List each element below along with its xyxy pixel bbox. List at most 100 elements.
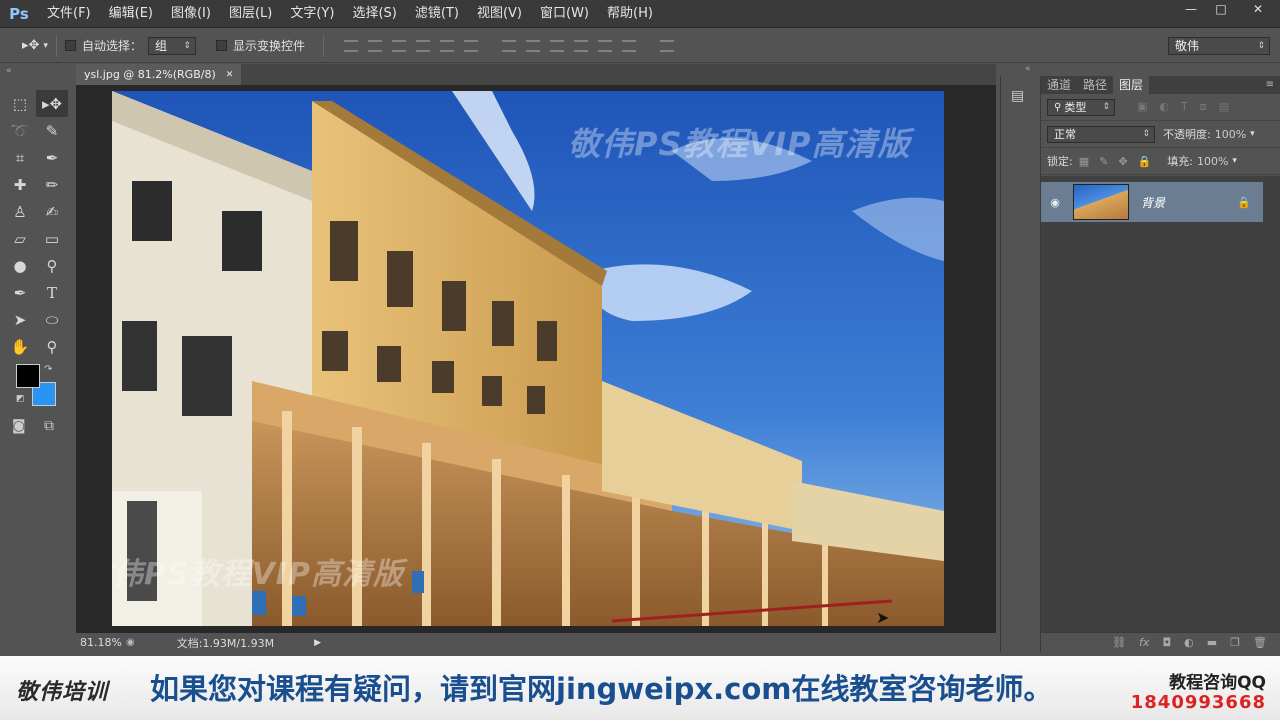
path-select-tool-icon[interactable]: ➤ — [4, 306, 36, 333]
status-info-icon[interactable]: ◉ — [126, 637, 135, 648]
align-hcenter-icon[interactable] — [439, 39, 454, 52]
menu-select[interactable]: 选择(S) — [343, 0, 405, 28]
align-right-icon[interactable] — [463, 39, 478, 52]
adjustment-layer-icon[interactable]: ◐ — [1184, 636, 1194, 649]
distribute-right-icon[interactable] — [621, 39, 636, 52]
fx-icon[interactable]: fx — [1139, 636, 1149, 649]
tab-layers[interactable]: 图层 — [1113, 76, 1150, 94]
maximize-button[interactable]: □ — [1206, 0, 1236, 18]
healing-brush-tool-icon[interactable]: ✚ — [4, 171, 36, 198]
fill-value[interactable]: 100% — [1197, 155, 1228, 168]
opacity-value[interactable]: 100% — [1215, 128, 1246, 141]
distribute-hcenter-icon[interactable] — [597, 39, 612, 52]
fill-label: 填充: — [1167, 155, 1193, 168]
auto-select-dropdown[interactable]: 组 — [147, 36, 196, 55]
menu-edit[interactable]: 编辑(E) — [100, 0, 162, 28]
swap-colors-icon[interactable]: ↷ — [44, 364, 52, 375]
menu-file[interactable]: 文件(F) — [38, 0, 100, 28]
quick-select-tool-icon[interactable]: ✎ — [36, 117, 68, 144]
document-tab-title: ysl.jpg @ 81.2%(RGB/8) — [84, 68, 216, 81]
auto-select-checkbox[interactable]: 自动选择： — [64, 37, 142, 54]
layer-thumbnail — [1073, 184, 1129, 220]
close-window-button[interactable]: ✕ — [1236, 0, 1280, 18]
collapse-arrows-icon[interactable]: « — [1025, 64, 1031, 74]
chevron-down-icon[interactable]: ▾ — [1250, 129, 1255, 139]
zoom-tool-icon[interactable]: ⚲ — [36, 333, 68, 360]
layer-row-background[interactable]: ◉ 背景 🔒 — [1041, 182, 1263, 222]
type-tool-icon[interactable]: T — [36, 279, 68, 306]
eyedropper-tool-icon[interactable]: ✒ — [36, 144, 68, 171]
lock-options-icons[interactable]: ▦✎✥🔒 — [1079, 155, 1162, 168]
align-vcenter-icon[interactable] — [367, 39, 382, 52]
layer-filter-dropdown[interactable]: ⚲ 类型 — [1047, 98, 1115, 116]
align-left-icon[interactable] — [415, 39, 430, 52]
gradient-tool-icon[interactable]: ▭ — [36, 225, 68, 252]
document-tab[interactable]: ysl.jpg @ 81.2%(RGB/8) ✕ — [76, 64, 242, 85]
default-colors-icon[interactable]: ◩ — [16, 394, 25, 404]
foreground-color-swatch[interactable] — [16, 364, 40, 388]
quick-mask-icon[interactable]: ◙ — [12, 418, 26, 434]
delete-layer-icon[interactable]: 🗑 — [1253, 636, 1267, 649]
screen-mode-icon[interactable]: ⧉ — [44, 418, 54, 434]
eye-visibility-icon[interactable]: ◉ — [1041, 196, 1069, 209]
brush-tool-icon[interactable]: ✏ — [36, 171, 68, 198]
blend-mode-dropdown[interactable]: 正常 — [1047, 125, 1155, 143]
distribute-vcenter-icon[interactable] — [525, 39, 540, 52]
new-layer-icon[interactable]: ❐ — [1230, 636, 1240, 649]
distribute-left-icon[interactable] — [573, 39, 588, 52]
layer-list — [1041, 176, 1280, 632]
watermark-bottom: 敬伟PS教程VIP高清版 — [112, 557, 404, 592]
filter-type-icons[interactable]: ▣◐T⧈▤ — [1137, 100, 1241, 114]
history-brush-tool-icon[interactable]: ✍ — [36, 198, 68, 225]
eraser-tool-icon[interactable]: ▱ — [4, 225, 36, 252]
status-menu-arrow-icon[interactable]: ▶ — [314, 638, 321, 648]
hand-tool-icon[interactable]: ✋ — [4, 333, 36, 360]
tool-preset-picker[interactable]: ▸✥ ▾ — [22, 38, 48, 53]
menu-image[interactable]: 图像(I) — [162, 0, 220, 28]
chevron-down-icon[interactable]: ▾ — [1232, 156, 1237, 166]
crop-tool-icon[interactable]: ⌗ — [4, 144, 36, 171]
add-mask-icon[interactable]: ◘ — [1162, 636, 1171, 649]
align-bottom-icon[interactable] — [391, 39, 406, 52]
options-bar: ▸✥ ▾ 自动选择： 组 显示变换控件 敬伟 — [0, 29, 1280, 63]
panel-menu-icon[interactable]: ≡ — [1266, 76, 1280, 94]
blur-tool-icon[interactable]: ● — [4, 252, 36, 279]
layer-name[interactable]: 背景 — [1141, 194, 1165, 211]
menu-help[interactable]: 帮助(H) — [598, 0, 662, 28]
properties-panel-icon[interactable]: ▤ — [1011, 88, 1024, 104]
workspace-dropdown[interactable]: 敬伟 — [1168, 36, 1270, 55]
menu-type[interactable]: 文字(Y) — [281, 0, 343, 28]
menu-view[interactable]: 视图(V) — [468, 0, 531, 28]
move-tool-icon[interactable]: ▸✥ — [36, 90, 68, 117]
distribute-top-icon[interactable] — [501, 39, 516, 52]
align-top-icon[interactable] — [343, 39, 358, 52]
close-tab-icon[interactable]: ✕ — [226, 70, 234, 80]
status-bar: 81.18% ◉ 文档:1.93M/1.93M ▶ — [76, 633, 996, 652]
document-size: 文档:1.93M/1.93M — [176, 636, 275, 650]
ellipse-tool-icon[interactable]: ⬭ — [36, 306, 68, 333]
collapse-arrows-icon[interactable]: « — [6, 66, 12, 76]
menu-layer[interactable]: 图层(L) — [220, 0, 281, 28]
search-icon: ⚲ — [1054, 101, 1062, 113]
tab-paths[interactable]: 路径 — [1077, 76, 1113, 94]
checkbox-box — [215, 40, 227, 51]
auto-align-icon[interactable] — [659, 39, 674, 52]
zoom-level[interactable]: 81.18% — [80, 636, 126, 649]
menu-filter[interactable]: 滤镜(T) — [406, 0, 468, 28]
clone-stamp-tool-icon[interactable]: ♙ — [4, 198, 36, 225]
pen-tool-icon[interactable]: ✒ — [4, 279, 36, 306]
document-image[interactable]: 敬伟PS教程VIP高清版 敬伟PS教程VIP高清版 — [112, 91, 944, 626]
qq-label: 教程咨询QQ — [1169, 673, 1266, 693]
show-transform-checkbox[interactable]: 显示变换控件 — [215, 37, 305, 54]
minimize-button[interactable]: — — [1176, 0, 1206, 18]
menu-window[interactable]: 窗口(W) — [531, 0, 598, 28]
mouse-cursor-icon: ➤ — [876, 608, 890, 627]
new-group-icon[interactable]: ▬ — [1207, 636, 1217, 649]
link-layers-icon[interactable]: ⛓ — [1112, 636, 1126, 649]
marquee-tool-icon[interactable]: ⬚ — [4, 90, 36, 117]
distribute-bottom-icon[interactable] — [549, 39, 564, 52]
lasso-tool-icon[interactable]: ➰ — [4, 117, 36, 144]
promo-banner: 敬伟培训 如果您对课程有疑问，请到官网jingweipx.com在线教室咨询老师… — [0, 656, 1280, 720]
dodge-tool-icon[interactable]: ⚲ — [36, 252, 68, 279]
tab-channels[interactable]: 通道 — [1041, 76, 1077, 94]
